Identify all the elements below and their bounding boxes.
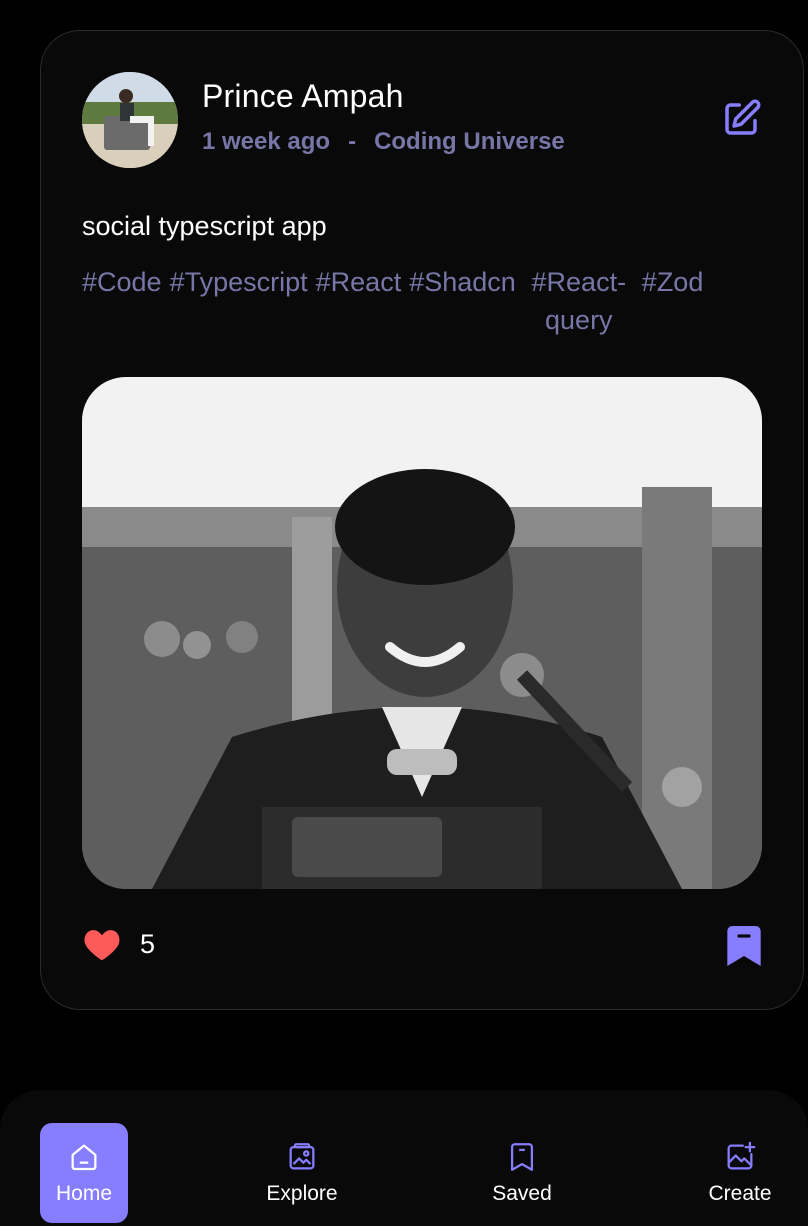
- tag-item[interactable]: #Typescript: [170, 263, 308, 339]
- bookmark-icon: [510, 1143, 534, 1171]
- nav-item-saved[interactable]: Saved: [478, 1123, 566, 1223]
- post-photo: [82, 377, 762, 889]
- post-time: 1 week ago: [202, 128, 331, 155]
- nav-label-create: Create: [708, 1182, 772, 1205]
- explore-icon: [289, 1143, 315, 1170]
- tag-item[interactable]: #React-query: [524, 263, 634, 339]
- edit-icon[interactable]: [720, 98, 762, 140]
- meta-separator: -: [348, 128, 357, 155]
- nav-item-home[interactable]: Home: [40, 1123, 128, 1223]
- author-name[interactable]: Prince Ampah: [202, 78, 404, 115]
- post-tags: #Code #Typescript #React #Shadcn #React-…: [82, 263, 772, 339]
- like-group: 5: [82, 926, 155, 962]
- post-meta: 1 week ago - Coding Universe: [202, 128, 565, 156]
- tag-item[interactable]: #React: [316, 263, 402, 339]
- avatar-image: [82, 72, 178, 168]
- tag-item[interactable]: #Shadcn: [409, 263, 516, 339]
- post-caption: social typescript app: [82, 211, 327, 241]
- page: Prince Ampah 1 week ago - Coding Univers…: [0, 0, 808, 1226]
- nav-label-home: Home: [55, 1182, 113, 1205]
- post-location: Coding Universe: [374, 128, 565, 155]
- nav-item-create[interactable]: Create: [696, 1123, 784, 1223]
- create-icon: [727, 1141, 756, 1170]
- heart-icon[interactable]: [82, 926, 122, 962]
- post-actions: 5: [82, 926, 762, 970]
- post-header: Prince Ampah 1 week ago - Coding Univers…: [82, 72, 762, 168]
- home-icon: [71, 1144, 97, 1171]
- like-count: 5: [140, 928, 156, 959]
- tag-item[interactable]: #Zod: [642, 263, 704, 339]
- author-avatar[interactable]: [82, 72, 178, 168]
- bookmark-icon[interactable]: [726, 926, 762, 966]
- post-card: Prince Ampah 1 week ago - Coding Univers…: [40, 30, 804, 1010]
- post-image[interactable]: [82, 377, 762, 889]
- tag-item[interactable]: #Code: [82, 263, 162, 339]
- nav-item-explore[interactable]: Explore: [258, 1123, 346, 1223]
- nav-label-saved: Saved: [492, 1182, 552, 1205]
- bottom-nav: Home Explore Saved Create: [0, 1090, 808, 1226]
- nav-label-explore: Explore: [266, 1182, 338, 1205]
